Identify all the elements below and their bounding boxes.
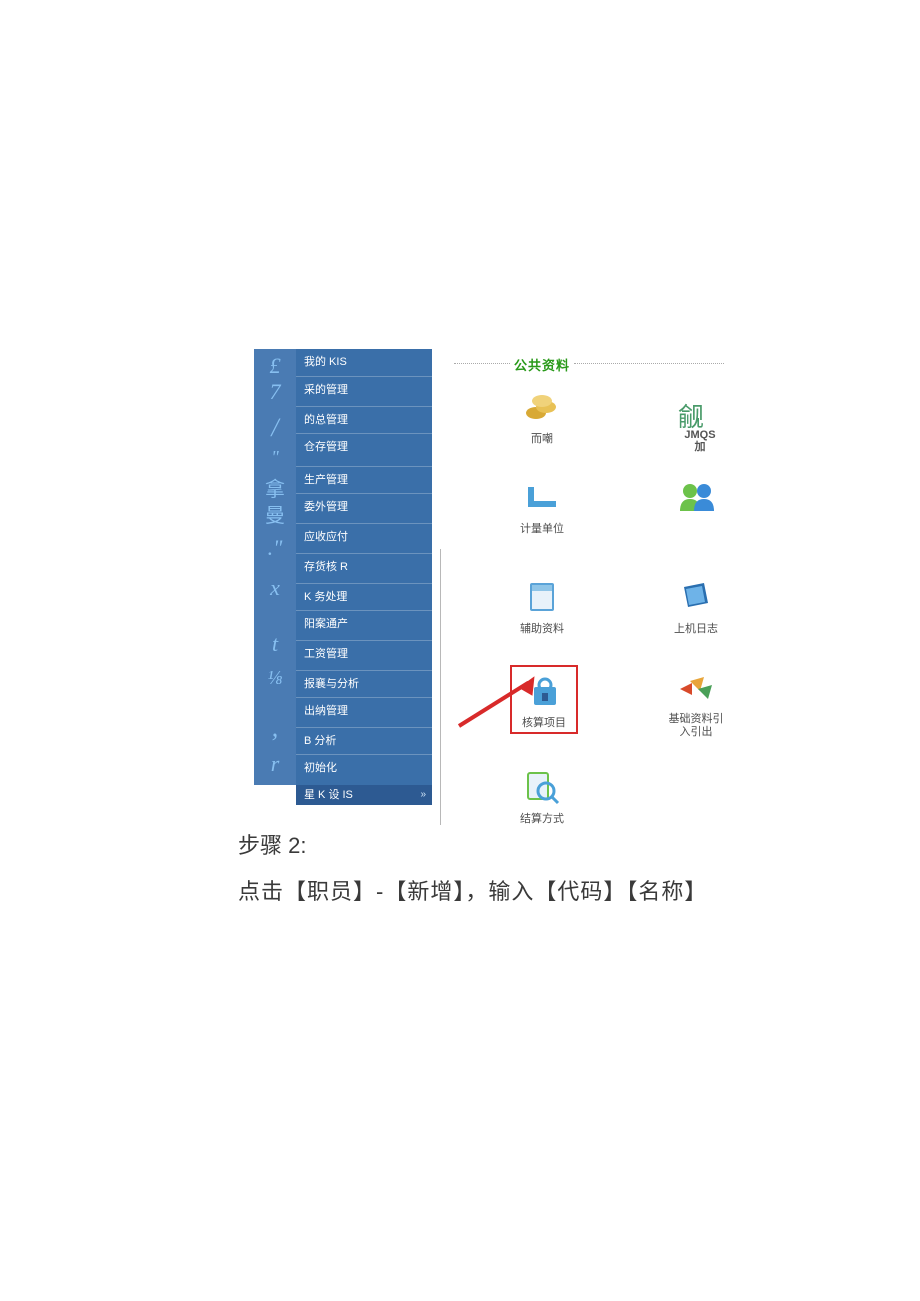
sidebar-icon-11: r [254, 751, 296, 777]
sidebar-icon-column: £ 7 / " 拿 曼 ." x t ⅛ , r [254, 349, 296, 785]
tile-settlement-label: 结算方式 [502, 813, 582, 826]
tile-import-export[interactable]: 基础资料引 入引出 [656, 667, 736, 739]
tile-settlement[interactable]: 结算方式 [502, 767, 582, 826]
sidebar-item-11[interactable]: 报襄与分析 [296, 670, 432, 697]
tile-log-label: 上机日志 [656, 623, 736, 636]
sidebar-footer[interactable]: 星 K 设 IS » [296, 785, 432, 805]
sidebar-item-10[interactable]: 工资管理 [296, 640, 432, 667]
sidebar-item-9[interactable]: 阳案通产 [296, 610, 432, 637]
sidebar-item-3[interactable]: 仓存管理 [296, 433, 432, 460]
tile-accounting-item[interactable]: 核算项目 [510, 665, 578, 734]
tile-people[interactable] [656, 477, 736, 523]
heading-line-right [574, 363, 724, 364]
sidebar-icon-6: ." [254, 535, 296, 561]
tile-unit[interactable]: 计量单位 [502, 477, 582, 536]
sidebar-item-5[interactable]: 委外管理 [296, 493, 432, 520]
tile-aux-label: 辅助资料 [502, 623, 582, 636]
sidebar-item-14[interactable]: 初始化 [296, 754, 432, 781]
sidebar-icon-8: t [254, 631, 296, 657]
ruler-icon [522, 477, 562, 517]
rt-small-text: JMQS 加 [678, 429, 722, 453]
sidebar-icon-5: 曼 [254, 499, 296, 528]
sidebar-icon-9: ⅛ [254, 667, 296, 690]
tile-currency-label: 而嘲 [502, 433, 582, 446]
sidebar-icon-7: x [254, 575, 296, 601]
rt-small-line1: JMQS [684, 429, 715, 441]
sidebar-icon-2: / [254, 413, 296, 443]
notebook-icon [522, 577, 562, 617]
sidebar-item-1[interactable]: 采的管理 [296, 376, 432, 403]
sidebar-icon-0: £ [254, 353, 296, 379]
sidebar-item-0[interactable]: 我的 KIS [296, 349, 432, 376]
tile-aux[interactable]: 辅助资料 [502, 577, 582, 636]
coins-icon [522, 387, 562, 427]
tile-currency[interactable]: 而嘲 [502, 387, 582, 446]
step-body: 点击【职员】-【新增】，输入【代码】【名称】 [238, 874, 707, 906]
main-heading: 公共资料 [514, 355, 570, 374]
tile-accounting-item-label: 核算项目 [514, 717, 574, 730]
book-icon [676, 577, 716, 617]
sidebar-item-column: 我的 KIS 采的管理 的总管理 仓存管理 生产管理 委外管理 应收应付 存货核… [296, 349, 432, 785]
sidebar-item-8[interactable]: K 务处理 [296, 583, 432, 610]
sidebar-footer-label: 星 K 设 IS [304, 789, 353, 801]
vertical-divider [440, 549, 441, 825]
tile-import-export-label: 基础资料引 入引出 [656, 713, 736, 739]
tile-log[interactable]: 上机日志 [656, 577, 736, 636]
chevron-right-icon: » [420, 785, 426, 805]
rt-small-line2: 加 [695, 441, 706, 453]
sidebar-item-7[interactable]: 存货核 R [296, 553, 432, 580]
magnifier-sheet-icon [522, 767, 562, 807]
people-icon [676, 477, 716, 517]
sidebar-item-2[interactable]: 的总管理 [296, 406, 432, 433]
sidebar-item-6[interactable]: 应收应付 [296, 523, 432, 550]
tile-unit-label: 计量单位 [502, 523, 582, 536]
sidebar: £ 7 / " 拿 曼 ." x t ⅛ , r 我的 KIS 采的管理 的总管… [254, 349, 432, 805]
sidebar-item-13[interactable]: B 分析 [296, 727, 432, 754]
sidebar-item-12[interactable]: 出纳管理 [296, 697, 432, 724]
sidebar-icon-3: " [254, 447, 296, 468]
sidebar-icon-1: 7 [254, 379, 296, 405]
screenshot: £ 7 / " 拿 曼 ." x t ⅛ , r 我的 KIS 采的管理 的总管… [254, 349, 736, 825]
step-title: 步骤 2: [238, 828, 306, 860]
sidebar-item-4[interactable]: 生产管理 [296, 466, 432, 493]
sidebar-icon-4: 拿 [254, 473, 296, 502]
heading-line-left [454, 363, 510, 364]
stacked-arrows-icon [676, 667, 716, 707]
sidebar-icon-10: , [254, 713, 296, 743]
